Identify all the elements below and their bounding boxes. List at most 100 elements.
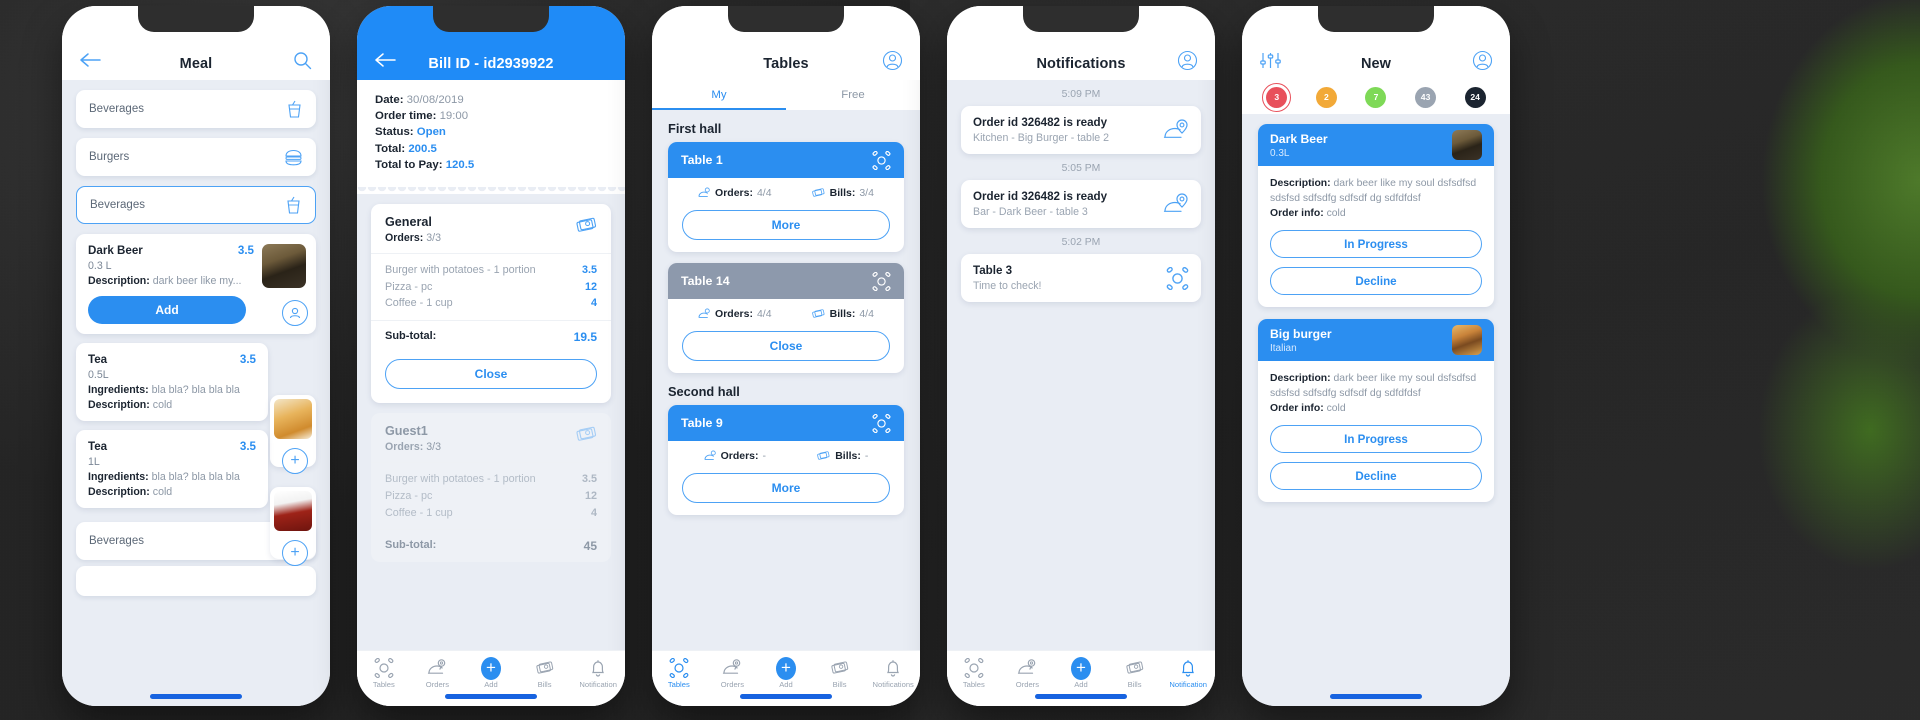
- bill-total-label: Total:: [375, 142, 406, 155]
- table-card-stats: Orders: 4/4 Bills: 3/4: [668, 178, 904, 201]
- close-bill-button[interactable]: Close: [385, 359, 597, 390]
- back-arrow-icon[interactable]: [78, 48, 102, 72]
- status-badge: 3: [1266, 86, 1288, 108]
- nav-item-notification[interactable]: Notification: [571, 658, 625, 689]
- bills-icon[interactable]: [575, 425, 597, 443]
- nav-label: Add: [1074, 680, 1088, 689]
- nav-label: Bills: [1127, 680, 1142, 689]
- new-order-title: Dark Beer: [1270, 131, 1328, 146]
- user-add-icon[interactable]: [282, 300, 308, 326]
- bill-row-name: Burger with potatoes - 1 portion: [385, 263, 536, 276]
- notification-card-3[interactable]: Table 3 Time to check!: [961, 254, 1201, 302]
- badge-filter-dark[interactable]: 24: [1464, 86, 1486, 108]
- plus-circle-icon-tea-1l[interactable]: +: [282, 540, 308, 566]
- table-card-table-9[interactable]: Table 9 Orders: - Bills: - More: [668, 405, 904, 515]
- item-price: 3.5: [239, 440, 256, 453]
- notification-time: 5:02 PM: [1061, 237, 1101, 248]
- table-close-button[interactable]: Close: [682, 331, 890, 361]
- new-order-card-dark-beer[interactable]: Dark Beer 0.3L Description: dark beer li…: [1258, 124, 1494, 308]
- bill-row-value: 12: [584, 280, 597, 293]
- hall-title-second: Second hall: [668, 384, 740, 399]
- sliders-filter-icon[interactable]: [1258, 48, 1282, 72]
- bills-icon[interactable]: [575, 216, 597, 234]
- nav-item-orders[interactable]: Orders: [706, 658, 760, 689]
- bill-row-name: Burger with potatoes - 1 portion: [385, 473, 536, 486]
- nav-item-bills[interactable]: Bills: [813, 658, 867, 689]
- tab-free[interactable]: Free: [786, 80, 920, 110]
- nav-item-tables[interactable]: Tables: [357, 658, 411, 689]
- decline-button[interactable]: Decline: [1270, 462, 1482, 491]
- item-thumbnail-tea-05: [274, 399, 312, 439]
- orders-label: Orders:: [715, 308, 753, 320]
- badge-filter-green[interactable]: 7: [1365, 86, 1387, 108]
- table-card-table-14[interactable]: Table 14 Orders: 4/4 Bills: 4/4 Close: [668, 263, 904, 373]
- notification-card-2[interactable]: Order id 326482 is ready Bar - Dark Beer…: [961, 180, 1201, 228]
- bill-card-general[interactable]: General Orders: 3/3 Burger with potatoes…: [371, 203, 611, 404]
- menu-item-tea-05[interactable]: Tea 3.5 0.5L Ingredients: bla bla? bla b…: [76, 343, 268, 421]
- nav-item-add[interactable]: + Add: [1054, 656, 1108, 689]
- nav-item-tables[interactable]: Tables: [947, 658, 1001, 689]
- category-row-burgers[interactable]: Burgers: [76, 138, 316, 176]
- new-orders-content: Dark Beer 0.3L Description: dark beer li…: [1242, 114, 1510, 706]
- table-more-button[interactable]: More: [682, 210, 890, 240]
- nav-item-orders[interactable]: Orders: [1001, 658, 1055, 689]
- bill-subtotal-label: Sub-total:: [385, 539, 437, 552]
- notification-card-1[interactable]: Order id 326482 is ready Kitchen - Big B…: [961, 106, 1201, 154]
- plus-circle-icon-tea-05[interactable]: +: [282, 448, 308, 474]
- category-label: Beverages: [89, 535, 144, 547]
- bill-subtotal-value: 45: [583, 539, 597, 554]
- nav-item-add[interactable]: + Add: [759, 656, 813, 689]
- nav-item-bills[interactable]: Bills: [1108, 658, 1162, 689]
- nav-label: Orders: [425, 680, 449, 689]
- nav-item-tables[interactable]: Tables: [652, 658, 706, 689]
- badge-filter-orange[interactable]: 2: [1315, 86, 1337, 108]
- bill-row: Coffee - 1 cup 4: [385, 505, 597, 522]
- nav-label: Add: [484, 680, 498, 689]
- bills-icon: [1125, 658, 1145, 678]
- nav-item-notifications[interactable]: Notifications: [866, 658, 920, 689]
- bills-icon: [535, 658, 555, 678]
- nav-item-add[interactable]: + Add: [464, 656, 518, 689]
- nav-label: Bills: [832, 680, 847, 689]
- badge-filter-red[interactable]: 3: [1262, 82, 1292, 112]
- menu-item-tea-1l[interactable]: Tea 3.5 1L Ingredients: bla bla? bla bla…: [76, 430, 268, 508]
- bills-value: -: [864, 450, 869, 462]
- notification-subtitle: Bar - Dark Beer - table 3: [973, 206, 1088, 218]
- decline-button[interactable]: Decline: [1270, 267, 1482, 296]
- tab-my[interactable]: My: [652, 80, 786, 110]
- order-ready-icon: [1163, 118, 1189, 142]
- in-progress-button[interactable]: In Progress: [1270, 230, 1482, 259]
- meal-content: Beverages Burgers Beverages Dark Beer 3.…: [62, 80, 330, 706]
- user-avatar-icon[interactable]: [880, 48, 904, 72]
- orders-tray-icon: [704, 450, 717, 462]
- add-button[interactable]: Add: [88, 296, 246, 324]
- item-description-value: cold: [152, 399, 173, 411]
- in-progress-button[interactable]: In Progress: [1270, 425, 1482, 454]
- bill-row-value: 4: [590, 506, 597, 519]
- badge-filter-grey[interactable]: 43: [1415, 86, 1437, 108]
- category-row-partial[interactable]: [76, 566, 316, 596]
- user-avatar-icon[interactable]: [1470, 48, 1494, 72]
- category-row-beverages-1[interactable]: Beverages: [76, 90, 316, 128]
- bill-row-name: Coffee - 1 cup: [385, 506, 453, 519]
- menu-item-dark-beer[interactable]: Dark Beer 3.5 0.3 L Description: dark be…: [76, 234, 316, 334]
- table-card-stats: Orders: - Bills: -: [668, 441, 904, 464]
- table-more-button[interactable]: More: [682, 473, 890, 503]
- category-row-beverages-selected[interactable]: Beverages: [76, 186, 316, 224]
- nav-item-bills[interactable]: Bills: [518, 658, 572, 689]
- nav-item-notification[interactable]: Notification: [1161, 658, 1215, 689]
- user-avatar-icon[interactable]: [1175, 48, 1199, 72]
- new-order-card-big-burger[interactable]: Big burger Italian Description: dark bee…: [1258, 319, 1494, 503]
- bill-card-title: Guest1: [385, 424, 428, 439]
- bill-card-guest1[interactable]: Guest1 Orders: 3/3 Burger with potatoes …: [371, 413, 611, 563]
- search-icon[interactable]: [290, 48, 314, 72]
- back-arrow-icon[interactable]: [373, 48, 397, 72]
- nav-item-orders[interactable]: Orders: [411, 658, 465, 689]
- bell-icon: [883, 658, 903, 678]
- page-title: Bill ID - id2939922: [428, 56, 554, 72]
- plus-fab-icon: +: [1070, 656, 1091, 680]
- table-card-table-1[interactable]: Table 1 Orders: 4/4 Bills: 3/4 More: [668, 142, 904, 252]
